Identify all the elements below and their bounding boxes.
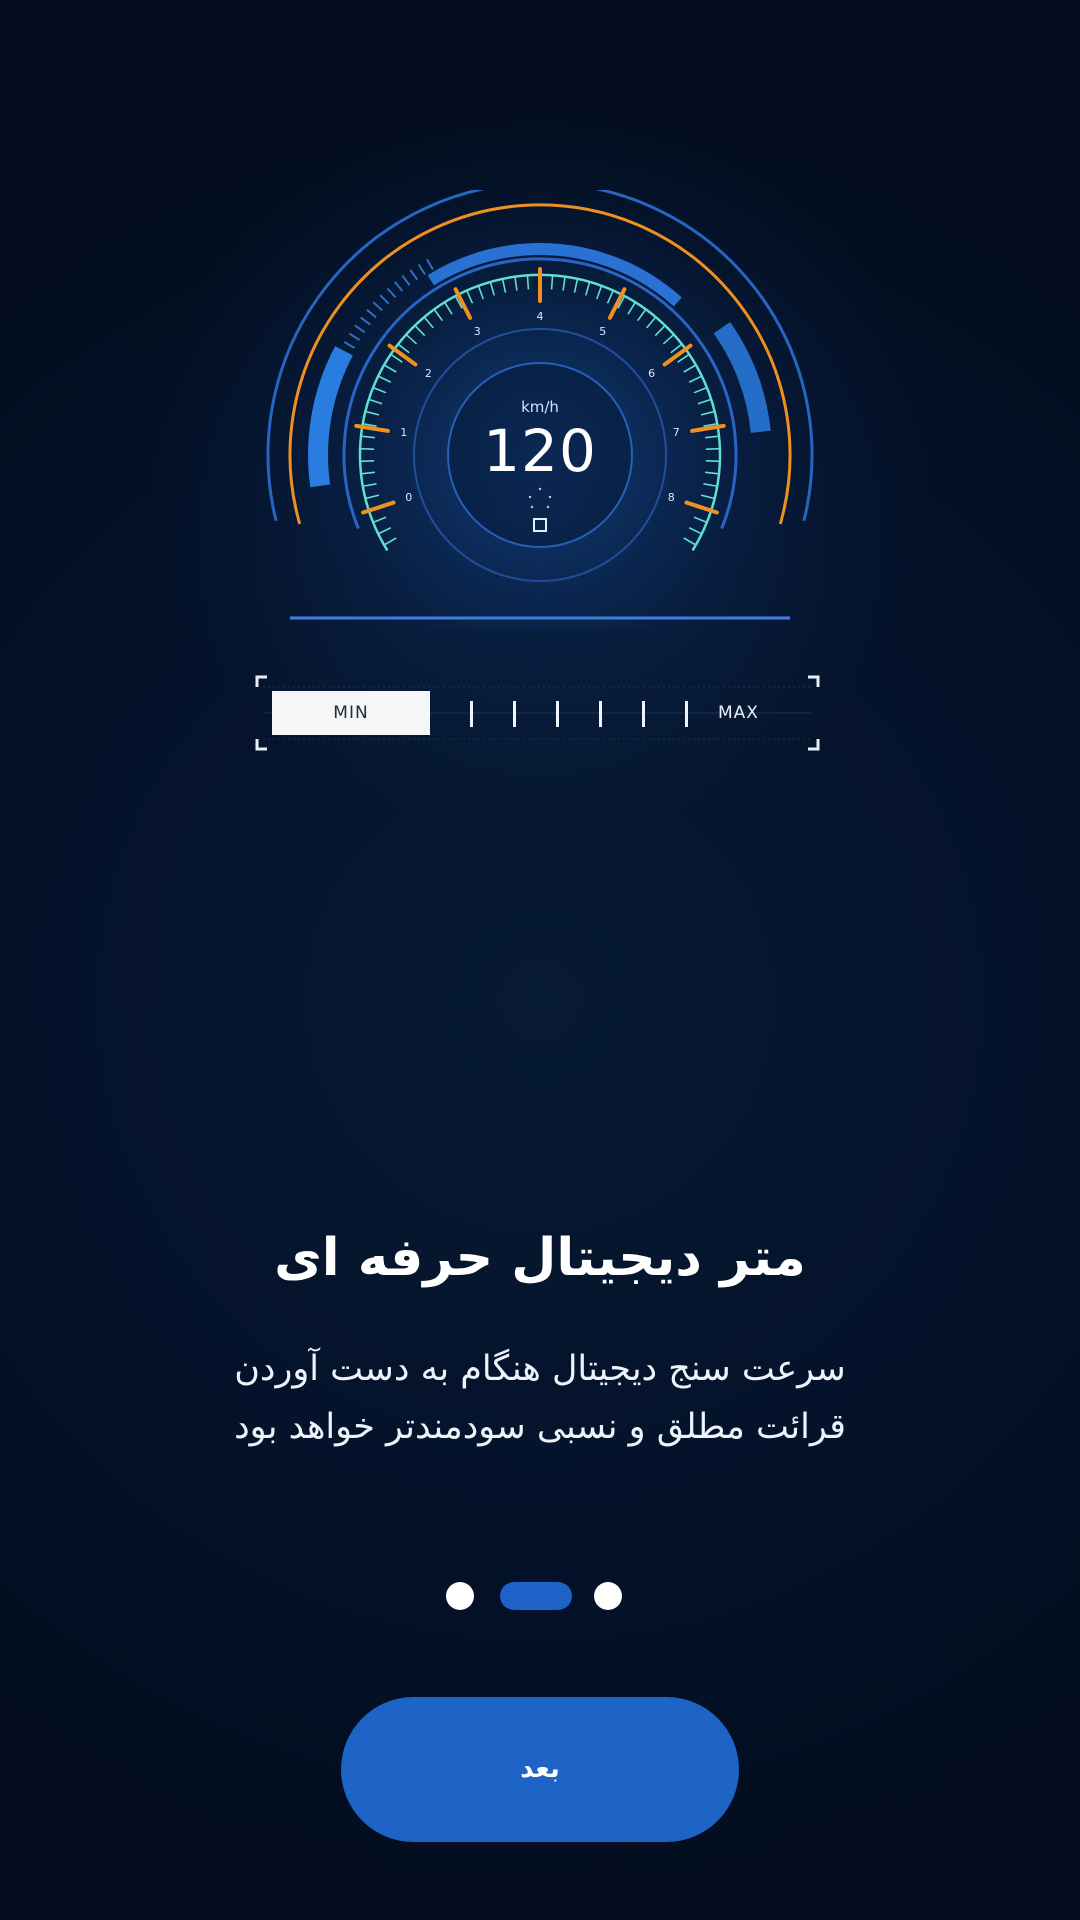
gauge-scale-number: 5 (599, 325, 607, 338)
gauge-scale-number: 1 (400, 426, 408, 440)
gauge-scale-number: 6 (648, 366, 656, 380)
gauge-scale-number: 2 (424, 366, 432, 380)
range-tick (599, 701, 602, 727)
description-line-1: سرعت سنج دیجیتال هنگام به دست آوردن (234, 1349, 846, 1389)
page-indicator (0, 1578, 1080, 1612)
range-ticks (470, 701, 690, 727)
gauge-scale-number: 8 (667, 490, 675, 504)
max-label: MAX (718, 703, 759, 723)
range-tick (556, 701, 559, 727)
range-tick (470, 701, 473, 727)
range-tick (642, 701, 645, 727)
speedometer-readout: km/h 120 0 1 2 3 4 5 6 7 8 (260, 190, 820, 630)
range-tick (685, 701, 688, 727)
speed-value: 120 (483, 417, 597, 485)
next-button[interactable]: بعد (341, 1697, 739, 1842)
page-dot-1[interactable] (446, 1582, 474, 1610)
page-dot-2-active[interactable] (500, 1582, 572, 1610)
gauge-scale-number: 0 (405, 490, 413, 504)
description-line-2: قرائت مطلق و نسبی سودمندتر خواهد بود (234, 1407, 846, 1447)
min-label: MIN (272, 691, 430, 735)
min-max-range-bar: MIN MAX (255, 673, 820, 753)
speed-unit-label: km/h (521, 398, 559, 416)
onboarding-title: متر دیجیتال حرفه ای (274, 1228, 806, 1288)
speedometer-gauge: km/h 120 0 1 2 3 4 5 6 7 8 (260, 190, 820, 630)
range-tick (513, 701, 516, 727)
gauge-scale-number: 4 (536, 310, 544, 323)
onboarding-description: سرعت سنج دیجیتال هنگام به دست آوردن قرائ… (130, 1340, 950, 1456)
gauge-scale-number: 7 (672, 426, 680, 440)
gauge-scale-number: 3 (473, 325, 481, 338)
page-dot-3[interactable] (594, 1582, 622, 1610)
